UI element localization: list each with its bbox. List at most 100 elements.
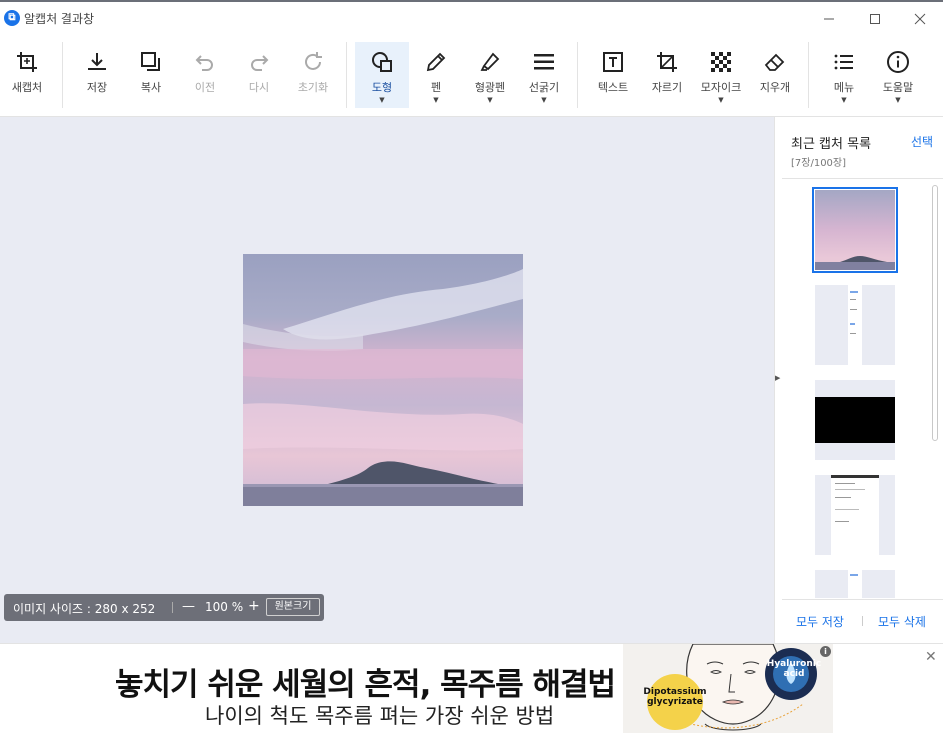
crop-label: 자르기 [651,81,683,94]
new-capture-label: 새캡처 [11,81,43,94]
highlighter-label: 형광펜 [474,81,506,94]
ad-close-icon[interactable]: ✕ [925,649,937,665]
panel-divider [782,599,943,600]
reset-button[interactable]: 초기화 [286,34,340,117]
close-button[interactable] [897,6,943,32]
toolbar-divider [808,42,809,108]
window-title: 알캡처 결과창 [24,12,95,26]
status-divider [172,602,173,613]
thumbnail-image [815,475,895,555]
zoom-in-button[interactable]: + [248,598,260,614]
sunset-sea-image [243,254,523,506]
thumbnail-image [815,570,895,598]
text-button[interactable]: 텍스트 [586,34,640,117]
shape-dropdown-icon: ▼ [379,96,385,104]
thumbnail-scrollbar[interactable] [932,185,938,441]
minimize-icon [824,18,834,20]
ad-subline: 나이의 척도 목주름 펴는 가장 쉬운 방법 [205,704,555,728]
help-button[interactable]: 도움말 ▼ [871,34,925,117]
undo-button[interactable]: 이전 [178,34,232,117]
thumbnail-image [815,285,895,365]
menu-dropdown-icon: ▼ [841,96,847,104]
capture-thumbnail[interactable] [815,570,895,598]
toolbar-divider [62,42,63,108]
download-icon [88,53,106,70]
capture-canvas[interactable]: 이미지 사이즈 : 280 x 252 — 100 % + 원본크기 [0,117,774,643]
undo-icon [195,55,213,71]
pen-label: 펜 [430,81,442,94]
thumbnail-image [815,190,895,270]
undo-label: 이전 [194,81,216,94]
highlighter-dropdown-icon: ▼ [487,96,493,104]
zoom-out-button[interactable]: — [182,599,195,614]
info-icon [887,51,909,73]
captured-image[interactable] [243,254,523,506]
shape-button[interactable]: 도형 ▼ [355,42,409,108]
ad-info-icon[interactable]: i [820,646,831,657]
crop-button[interactable]: 자르기 [640,34,694,117]
minimize-button[interactable] [806,6,852,32]
menu-button[interactable]: 메뉴 ▼ [817,34,871,117]
highlighter-button[interactable]: 형광펜 ▼ [463,34,517,117]
app-icon: ⧉ [4,10,20,26]
pen-button[interactable]: 펜 ▼ [409,34,463,117]
highlighter-icon [480,52,500,71]
ad-ingredient-right: Hyaluronic acid [766,659,822,679]
collapse-arrow-icon[interactable]: ▶ [775,374,780,382]
mosaic-label: 모자이크 [700,81,742,94]
capture-thumbnail[interactable] [815,475,895,555]
text-icon [603,52,623,72]
eraser-button[interactable]: 지우개 [748,34,802,117]
maximize-icon [870,14,880,24]
redo-icon [251,55,269,71]
help-dropdown-icon: ▼ [895,96,901,104]
original-size-button[interactable]: 원본크기 [266,598,320,616]
line-width-dropdown-icon: ▼ [541,96,547,104]
status-bar: 이미지 사이즈 : 280 x 252 — 100 % + 원본크기 [4,594,324,621]
refresh-icon [305,52,322,70]
line-width-button[interactable]: 선굵기 ▼ [517,34,571,117]
panel-splitter[interactable]: ▶ [774,117,782,643]
maximize-button[interactable] [852,6,898,32]
capture-thumbnail[interactable] [815,380,895,460]
save-all-button[interactable]: 모두 저장 [796,613,844,630]
line-width-icon [534,54,554,70]
toolbar-divider [577,42,578,108]
footer-divider [862,616,863,626]
ad-ingredient-left: Dipotassium glycyrizate [643,687,707,707]
redo-button[interactable]: 다시 [232,34,286,117]
recent-captures-panel: 최근 캡처 목록 [7장/100장] 선택 모두 저장 모두 삭제 [782,117,943,643]
reset-label: 초기화 [297,81,329,94]
toolbar-divider [346,42,347,108]
redo-label: 다시 [248,81,270,94]
panel-divider [782,178,943,179]
crop-icon [657,52,677,72]
save-button[interactable]: 저장 [70,34,124,117]
zoom-level: 100 % [205,600,244,614]
toolbar: 새캡처 저장 복사 이전 다시 초기화 도형 ▼ 펜 ▼ 형광펜 ▼ 선굵기 ▼ [0,34,943,117]
text-label: 텍스트 [597,81,629,94]
delete-all-button[interactable]: 모두 삭제 [878,613,926,630]
menu-icon [834,54,853,70]
shape-label: 도형 [371,81,393,94]
copy-button[interactable]: 복사 [124,34,178,117]
pen-icon [426,52,446,72]
ad-image: Dipotassium glycyrizate Hyaluronic acid [623,644,833,733]
title-bar: ⧉ 알캡처 결과창 [0,0,943,34]
copy-label: 복사 [140,81,162,94]
menu-label: 메뉴 [833,81,855,94]
save-label: 저장 [86,81,108,94]
ad-headline: 놓치기 쉬운 세월의 흔적, 목주름 해결법 [115,667,616,703]
thumbnail-image [815,380,895,460]
line-width-label: 선굵기 [528,81,560,94]
mosaic-button[interactable]: 모자이크 ▼ [694,34,748,117]
pen-dropdown-icon: ▼ [433,96,439,104]
capture-thumbnail[interactable] [815,285,895,365]
ad-banner[interactable]: 놓치기 쉬운 세월의 흔적, 목주름 해결법 나이의 척도 목주름 펴는 가장 … [105,644,833,733]
panel-title: 최근 캡처 목록 [791,137,872,152]
close-icon [914,13,926,25]
mosaic-dropdown-icon: ▼ [718,96,724,104]
new-capture-button[interactable]: 새캡처 [0,34,54,117]
capture-thumbnail[interactable] [812,187,898,273]
select-button[interactable]: 선택 [911,133,933,150]
